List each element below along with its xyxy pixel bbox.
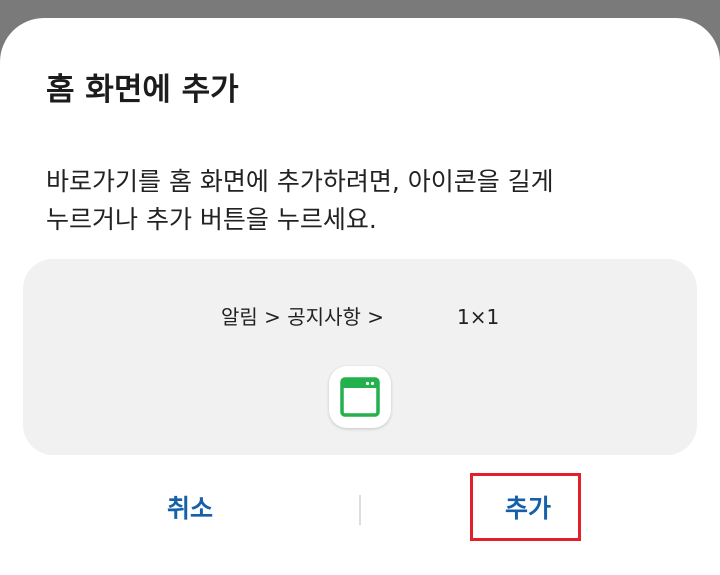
add-to-home-dialog: 홈 화면에 추가 바로가기를 홈 화면에 추가하려면, 아이콘을 길게 누르거나…: [0, 18, 720, 575]
shortcut-label: 알림 > 공지사항 >: [221, 305, 384, 329]
shortcut-app-icon[interactable]: [329, 366, 391, 428]
dialog-message: 바로가기를 홈 화면에 추가하려면, 아이콘을 길게 누르거나 추가 버튼을 누…: [46, 163, 686, 239]
cancel-button[interactable]: 취소: [40, 473, 340, 553]
button-divider: [359, 495, 361, 525]
shortcut-preview-card: 알림 > 공지사항 > 1×1: [23, 259, 697, 455]
app-window-icon: [340, 377, 380, 417]
add-button[interactable]: 추가: [378, 473, 678, 553]
screen: 홈 화면에 추가 바로가기를 홈 화면에 추가하려면, 아이콘을 길게 누르거나…: [0, 0, 720, 575]
dialog-title: 홈 화면에 추가: [46, 72, 239, 108]
dialog-button-row: 취소 추가: [0, 473, 720, 553]
dialog-message-line-1: 바로가기를 홈 화면에 추가하려면, 아이콘을 길게: [46, 167, 554, 196]
dialog-message-line-2: 누르거나 추가 버튼을 누르세요.: [46, 205, 377, 234]
add-button-label: 추가: [504, 494, 551, 523]
shortcut-size-label: 1×1: [457, 305, 500, 329]
cancel-button-label: 취소: [166, 494, 213, 523]
